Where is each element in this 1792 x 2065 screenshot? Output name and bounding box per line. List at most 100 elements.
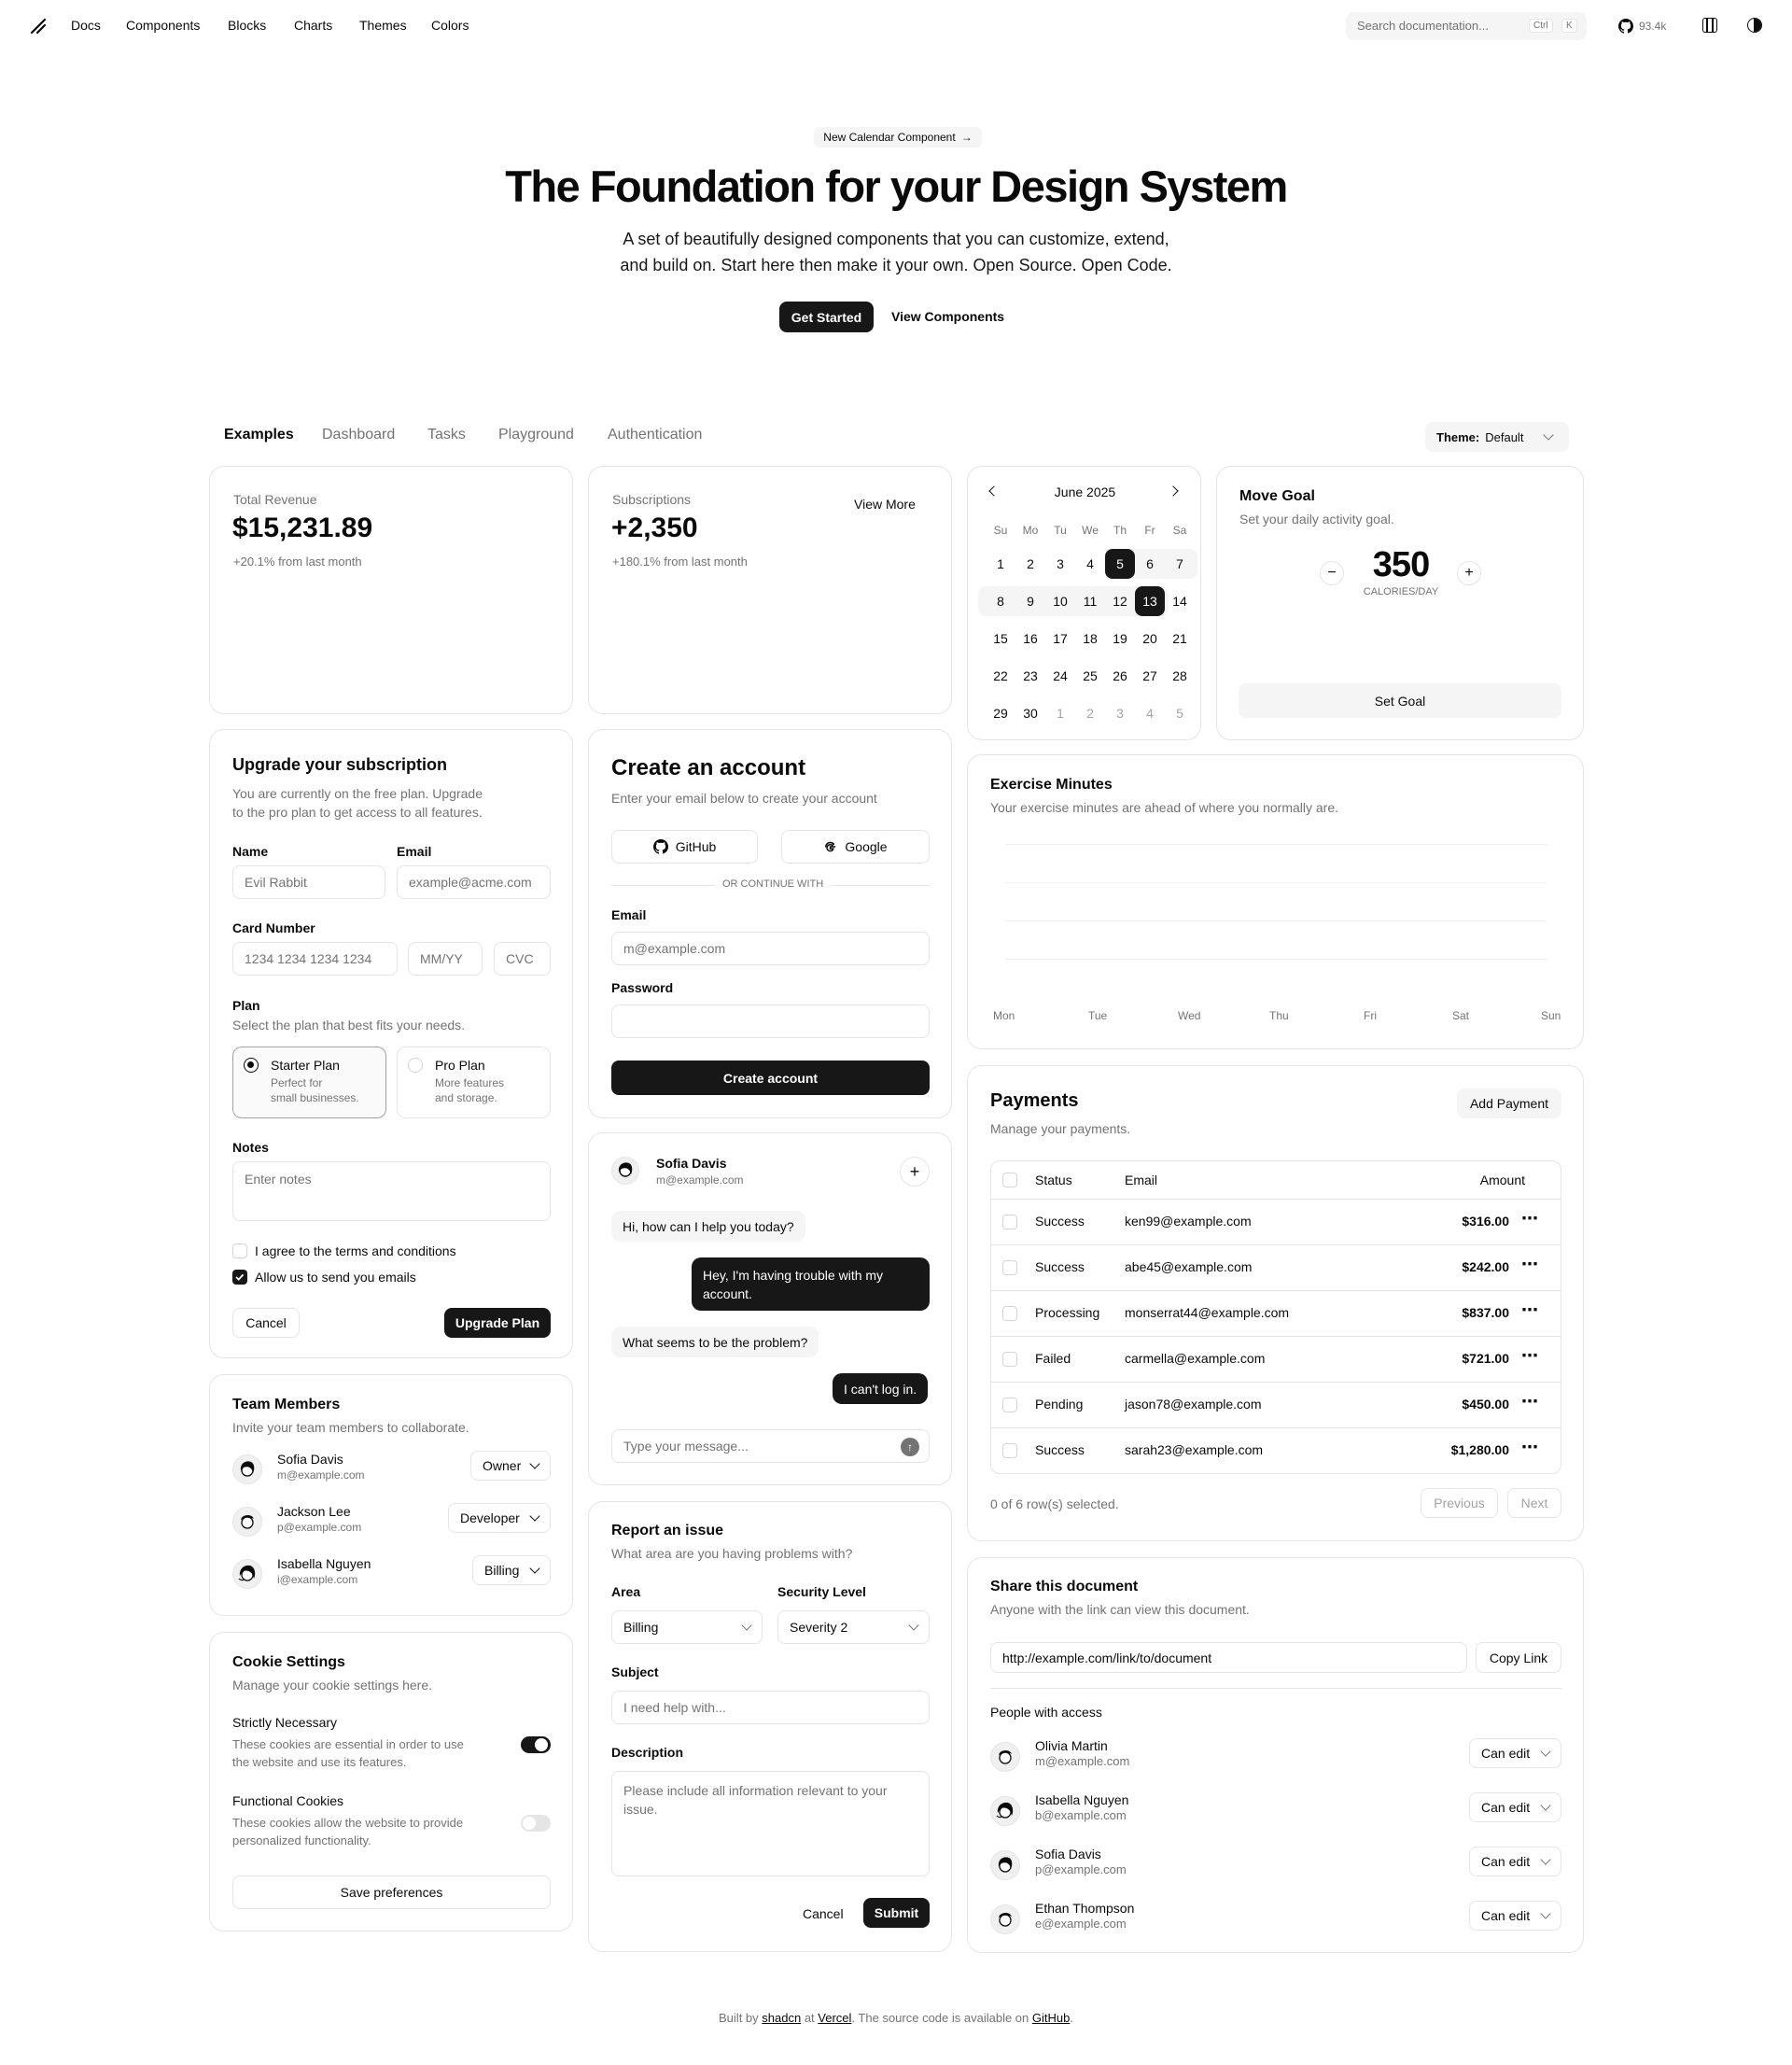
calendar-day[interactable]: 1 xyxy=(986,549,1015,579)
permission-select[interactable]: Can edit xyxy=(1469,1738,1561,1768)
nav-charts[interactable]: Charts xyxy=(294,18,332,33)
more-horizontal-icon[interactable]: ⋯ xyxy=(1521,1209,1538,1229)
footer-link-github[interactable]: GitHub xyxy=(1032,2011,1070,2025)
calendar-day[interactable]: 9 xyxy=(1015,586,1045,616)
table-row[interactable]: Success sarah23@example.com $1,280.00 ⋯ xyxy=(991,1427,1561,1473)
row-checkbox[interactable] xyxy=(1002,1398,1017,1412)
calendar-day[interactable]: 20 xyxy=(1135,624,1165,653)
calendar-day[interactable]: 30 xyxy=(1015,698,1045,728)
calendar-day[interactable]: 11 xyxy=(1075,586,1105,616)
view-more-button[interactable]: View More xyxy=(854,497,916,512)
google-button[interactable]: Google xyxy=(781,830,930,864)
row-checkbox[interactable] xyxy=(1002,1352,1017,1367)
calendar-day[interactable]: 15 xyxy=(986,624,1015,653)
calendar-day[interactable]: 26 xyxy=(1105,661,1135,691)
more-horizontal-icon[interactable]: ⋯ xyxy=(1521,1300,1538,1320)
security-select[interactable]: Severity 2 xyxy=(777,1610,930,1644)
nav-colors[interactable]: Colors xyxy=(431,18,469,33)
permission-select[interactable]: Can edit xyxy=(1469,1792,1561,1822)
area-select[interactable]: Billing xyxy=(611,1610,763,1644)
calendar-day[interactable]: 18 xyxy=(1075,624,1105,653)
role-select[interactable]: Developer xyxy=(448,1503,551,1533)
strict-toggle[interactable] xyxy=(521,1736,551,1753)
github-stars-button[interactable]: 93.4k xyxy=(1618,16,1666,36)
calendar-day[interactable]: 29 xyxy=(986,698,1015,728)
previous-button[interactable]: Previous xyxy=(1421,1488,1498,1518)
sidebar-toggle-icon[interactable] xyxy=(1702,18,1717,33)
more-horizontal-icon[interactable]: ⋯ xyxy=(1521,1438,1538,1457)
create-account-button[interactable]: Create account xyxy=(611,1061,930,1095)
table-row[interactable]: Success ken99@example.com $316.00 ⋯ xyxy=(991,1199,1561,1244)
header-status[interactable]: Status xyxy=(1035,1173,1072,1187)
expiry-input[interactable]: MM/YY xyxy=(408,942,483,976)
view-components-button[interactable]: View Components xyxy=(891,309,1004,324)
starter-plan-option[interactable]: Starter Plan Perfect for small businesse… xyxy=(232,1047,386,1118)
tab-playground[interactable]: Playground xyxy=(498,427,574,443)
calendar-day[interactable]: 19 xyxy=(1105,624,1135,653)
permission-select[interactable]: Can edit xyxy=(1469,1847,1561,1876)
nav-blocks[interactable]: Blocks xyxy=(228,18,266,33)
pro-plan-option[interactable]: Pro Plan More features and storage. xyxy=(397,1047,551,1118)
chat-message-input[interactable]: Type your message... xyxy=(611,1429,930,1463)
table-row[interactable]: Failed carmella@example.com $721.00 ⋯ xyxy=(991,1336,1561,1382)
row-checkbox[interactable] xyxy=(1002,1215,1017,1229)
cancel-button[interactable]: Cancel xyxy=(232,1308,300,1338)
share-link-input[interactable]: http://example.com/link/to/document xyxy=(990,1642,1467,1673)
calendar-day[interactable]: 4 xyxy=(1135,698,1165,728)
calendar-day[interactable]: 27 xyxy=(1135,661,1165,691)
permission-select[interactable]: Can edit xyxy=(1469,1901,1561,1931)
calendar-day[interactable]: 5 xyxy=(1165,698,1195,728)
upgrade-plan-button[interactable]: Upgrade Plan xyxy=(444,1308,551,1338)
calendar-day[interactable]: 10 xyxy=(1045,586,1075,616)
description-textarea[interactable]: Please include all information relevant … xyxy=(611,1771,930,1876)
announcement-badge[interactable]: New Calendar Component → xyxy=(814,127,982,148)
add-participant-button[interactable]: + xyxy=(900,1157,930,1187)
tab-dashboard[interactable]: Dashboard xyxy=(322,427,395,443)
nav-themes[interactable]: Themes xyxy=(359,18,407,33)
nav-components[interactable]: Components xyxy=(126,18,200,33)
tab-authentication[interactable]: Authentication xyxy=(608,427,702,443)
calendar-day[interactable]: 2 xyxy=(1015,549,1045,579)
card-number-input[interactable]: 1234 1234 1234 1234 xyxy=(232,942,398,976)
next-button[interactable]: Next xyxy=(1507,1488,1561,1518)
more-horizontal-icon[interactable]: ⋯ xyxy=(1521,1346,1538,1366)
calendar-day-selected[interactable]: 13 xyxy=(1135,586,1165,616)
calendar-day[interactable]: 23 xyxy=(1015,661,1045,691)
notes-textarea[interactable]: Enter notes xyxy=(232,1161,551,1221)
row-checkbox[interactable] xyxy=(1002,1260,1017,1275)
calendar-day[interactable]: 6 xyxy=(1135,549,1165,579)
copy-link-button[interactable]: Copy Link xyxy=(1476,1642,1561,1673)
emails-checkbox[interactable] xyxy=(232,1270,247,1285)
add-payment-button[interactable]: Add Payment xyxy=(1457,1089,1561,1118)
role-select[interactable]: Billing xyxy=(472,1555,551,1585)
calendar-day[interactable]: 3 xyxy=(1045,549,1075,579)
header-email[interactable]: Email xyxy=(1125,1173,1157,1187)
calendar-day[interactable]: 14 xyxy=(1165,586,1195,616)
radio-unselected[interactable] xyxy=(408,1058,423,1073)
row-checkbox[interactable] xyxy=(1002,1306,1017,1321)
tab-tasks[interactable]: Tasks xyxy=(427,427,466,443)
select-all-checkbox[interactable] xyxy=(1002,1173,1017,1187)
calendar-day[interactable]: 22 xyxy=(986,661,1015,691)
report-submit-button[interactable]: Submit xyxy=(863,1898,930,1928)
nav-docs[interactable]: Docs xyxy=(71,18,101,33)
theme-toggle-icon[interactable] xyxy=(1747,18,1762,33)
calendar-day[interactable]: 21 xyxy=(1165,624,1195,653)
report-cancel-button[interactable]: Cancel xyxy=(803,1906,844,1921)
send-button[interactable]: ↑ xyxy=(901,1438,919,1456)
set-goal-button[interactable]: Set Goal xyxy=(1239,683,1561,718)
calendar-day[interactable]: 1 xyxy=(1045,698,1075,728)
calendar-day[interactable]: 28 xyxy=(1165,661,1195,691)
terms-checkbox[interactable] xyxy=(232,1243,247,1258)
table-row[interactable]: Processing monserrat44@example.com $837.00… xyxy=(991,1290,1561,1336)
calendar-day[interactable]: 3 xyxy=(1105,698,1135,728)
logo-icon[interactable] xyxy=(28,16,49,36)
get-started-button[interactable]: Get Started xyxy=(779,302,874,332)
functional-toggle[interactable] xyxy=(521,1815,551,1832)
calendar-day-selected[interactable]: 5 xyxy=(1105,549,1135,579)
theme-select[interactable]: Theme: Default xyxy=(1425,422,1569,452)
save-preferences-button[interactable]: Save preferences xyxy=(232,1875,551,1909)
calendar-day[interactable]: 12 xyxy=(1105,586,1135,616)
calendar-day[interactable]: 16 xyxy=(1015,624,1045,653)
cvc-input[interactable]: CVC xyxy=(494,942,551,976)
